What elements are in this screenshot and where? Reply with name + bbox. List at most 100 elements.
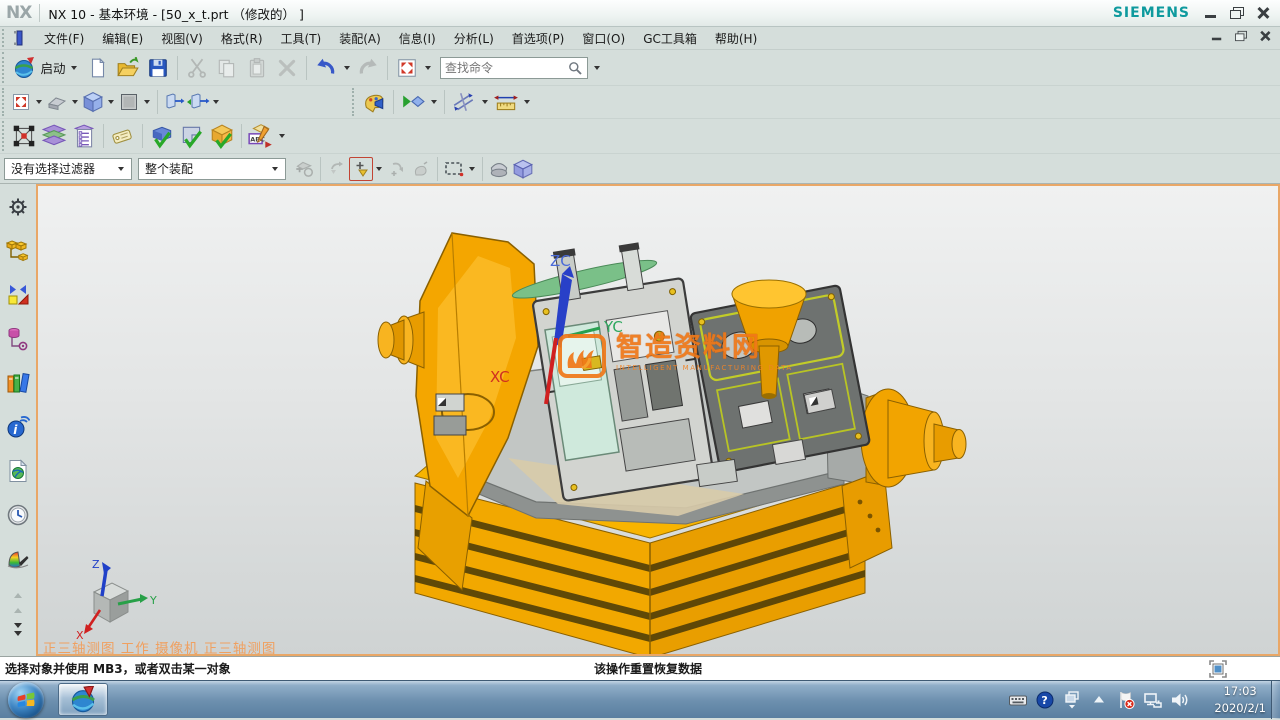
drag-grip[interactable] [2,88,7,116]
ime-help-tray-icon[interactable]: ? [1035,690,1055,710]
process-studio-button[interactable] [3,544,33,574]
volume-tray-icon[interactable] [1170,690,1190,710]
graphics-viewport[interactable]: ZC YC XC 智造资料网 INTELLIGENT MANUFACTURING… [36,184,1280,656]
assembly-navigator-button[interactable] [3,236,33,266]
measure-dropdown[interactable] [524,100,530,104]
show-desktop-button[interactable] [1271,681,1280,719]
assembly-constraints-button[interactable] [147,121,177,151]
section-dropdown[interactable] [213,100,219,104]
show-hide-button[interactable] [398,87,428,117]
open-file-button[interactable] [113,53,143,83]
taskbar-clock[interactable]: 17:03 2020/2/1 [1214,683,1266,716]
layer-category-button[interactable] [69,121,99,151]
snap-hand-button[interactable] [409,157,433,181]
render-style-button[interactable] [81,90,105,114]
start-button[interactable] [8,682,44,718]
display-dropdown[interactable] [279,134,285,138]
restore-button[interactable] [1230,7,1244,19]
cut-button[interactable] [182,53,212,83]
menu-item-gc-toolbox[interactable]: GC工具箱 [634,27,706,50]
undo-button[interactable] [311,53,341,83]
web-browser-button[interactable] [3,456,33,486]
drag-grip[interactable] [2,29,7,47]
menu-item-assemblies[interactable]: 装配(A) [330,27,390,50]
search-input[interactable] [445,61,567,75]
show-hide-dropdown[interactable] [431,100,437,104]
menu-item-tools[interactable]: 工具(T) [272,27,331,50]
model-3d[interactable]: ZC YC XC [38,186,1278,654]
hd3d-tools-button[interactable]: i [3,412,33,442]
paste-button[interactable] [242,53,272,83]
fit-view-button[interactable] [9,90,33,114]
snap-rotate-button[interactable] [385,157,409,181]
snap-point-button[interactable] [349,157,373,181]
background-button[interactable] [117,90,141,114]
redo-button[interactable] [353,53,383,83]
copy-button[interactable] [212,53,242,83]
move-object-button[interactable] [9,121,39,151]
highlight-mode-button[interactable] [487,157,511,181]
reuse-library-button[interactable] [3,368,33,398]
clip-view-icon[interactable] [1208,659,1228,679]
orient-view-button[interactable] [45,90,69,114]
layer-settings-button[interactable] [39,121,69,151]
menu-item-edit[interactable]: 编辑(E) [93,27,152,50]
menu-item-view[interactable]: 视图(V) [152,27,212,50]
snap-prev-button[interactable] [325,157,349,181]
background-dropdown[interactable] [144,100,150,104]
menu-item-window[interactable]: 窗口(O) [573,27,634,50]
part-navigator-button[interactable] [3,324,33,354]
keyboard-tray-icon[interactable] [1008,690,1028,710]
check-sketch-button[interactable] [177,121,207,151]
edit-object-display-button[interactable]: ABC [246,121,276,151]
show-hidden-icons-button[interactable] [1089,690,1109,710]
marquee-dropdown[interactable] [469,167,475,171]
fit-dropdown[interactable] [36,100,42,104]
transparency-mode-button[interactable] [511,157,535,181]
new-file-button[interactable] [83,53,113,83]
action-center-icon[interactable] [1116,690,1136,710]
nx-taskbar-button[interactable] [58,683,108,716]
minimize-button[interactable] [1204,7,1218,19]
constraint-navigator-button[interactable] [3,280,33,310]
drag-grip[interactable] [2,121,7,151]
history-button[interactable] [3,500,33,530]
scroll-up2-icon[interactable] [14,608,22,613]
render-dropdown[interactable] [108,100,114,104]
drag-grip[interactable] [352,88,357,116]
menu-item-format[interactable]: 格式(R) [212,27,272,50]
clip-section-button[interactable] [162,90,186,114]
role-button[interactable] [359,87,389,117]
doc-close-button[interactable] [1259,31,1271,41]
undo-dropdown[interactable] [344,66,350,70]
annotation-button[interactable] [108,121,138,151]
doc-minimize-button[interactable] [1211,31,1223,41]
scroll-down-icon[interactable] [14,623,22,628]
menu-item-preferences[interactable]: 首选项(P) [503,27,574,50]
drag-grip[interactable] [2,52,7,83]
menu-item-information[interactable]: 信息(I) [390,27,445,50]
orient-dropdown[interactable] [72,100,78,104]
ime-window-tray-icon[interactable] [1062,690,1082,710]
start-menu-button[interactable]: 启动 [9,53,83,83]
edit-section-button[interactable] [186,90,210,114]
symbolic-thread-button[interactable] [449,87,479,117]
layout-dropdown[interactable] [425,66,431,70]
delete-button[interactable] [272,53,302,83]
menu-item-help[interactable]: 帮助(H) [706,27,766,50]
menu-item-analysis[interactable]: 分析(L) [445,27,503,50]
menu-item-file[interactable]: 文件(F) [35,27,93,50]
thread-dropdown[interactable] [482,100,488,104]
scroll-down2-icon[interactable] [14,631,22,636]
save-button[interactable] [143,53,173,83]
network-tray-icon[interactable] [1143,690,1163,710]
close-button[interactable] [1256,7,1270,19]
select-in-assembly-button[interactable] [292,157,316,181]
search-dropdown[interactable] [594,66,600,70]
command-finder[interactable] [440,57,588,79]
measure-button[interactable] [491,87,521,117]
selection-scope-dropdown[interactable]: 整个装配 [138,158,286,180]
touch-mode-button[interactable] [392,53,422,83]
scroll-up-icon[interactable] [14,593,22,598]
selection-filter-dropdown[interactable]: 没有选择过滤器 [4,158,132,180]
